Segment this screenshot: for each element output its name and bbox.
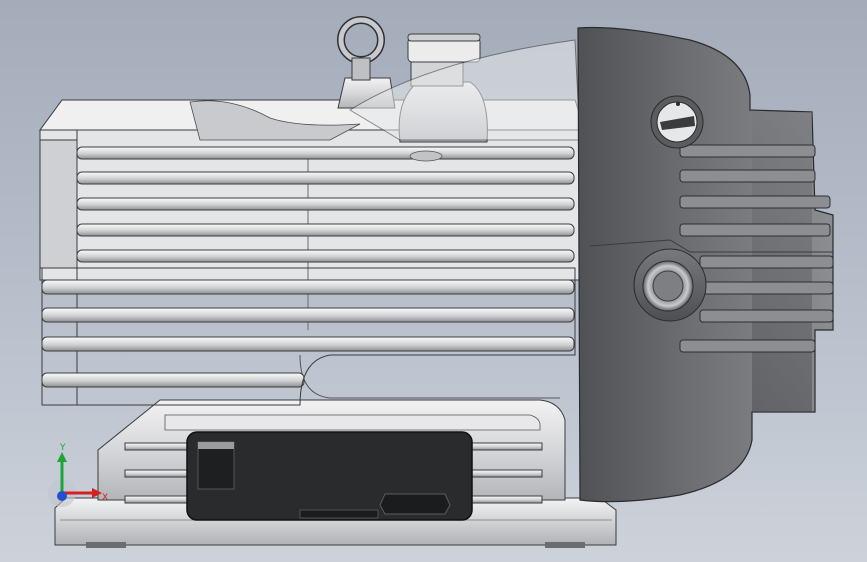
axis-triad: Y X [48,443,108,507]
oil-sight-port [633,248,707,322]
control-panel [186,431,473,521]
y-axis-label: Y [59,443,66,453]
z-axis-dot [57,491,67,501]
x-axis-label: X [102,493,108,503]
3d-viewport[interactable]: Y X [0,0,867,562]
pump-model[interactable] [0,0,867,562]
y-axis-arrowhead [57,452,67,462]
x-axis-arrowhead [92,488,102,498]
fill-plug [650,95,704,149]
